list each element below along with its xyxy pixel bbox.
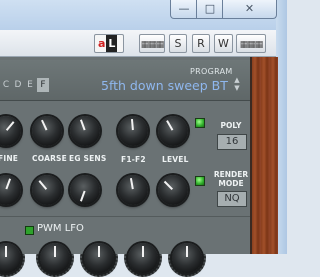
ableton-link-button[interactable]: aL <box>94 34 124 53</box>
poly-value[interactable]: 16 <box>217 134 247 150</box>
knob-indicator <box>5 178 12 190</box>
program-down-icon[interactable]: ▼ <box>232 84 242 92</box>
label-f1-f2: F1-F2 <box>121 155 146 164</box>
tab-d[interactable]: D <box>12 78 24 92</box>
knob-eg-sens[interactable] <box>66 112 104 150</box>
row2-led[interactable] <box>195 176 205 186</box>
tab-f[interactable]: F <box>37 78 49 92</box>
pwm-lfo-label: PWM LFO <box>37 223 84 234</box>
wood-side-panel <box>250 57 278 254</box>
label-level: LEVEL <box>162 155 189 164</box>
program-arrows[interactable]: ▲ ▼ <box>232 76 242 94</box>
program-name[interactable]: 5fth down sweep BT <box>101 78 233 93</box>
knob-pwm-5[interactable] <box>168 239 206 277</box>
knob-indicator <box>5 121 15 131</box>
knob-indicator <box>142 246 144 257</box>
knob-f1-f2[interactable] <box>114 112 152 150</box>
knob-row2-3[interactable] <box>66 171 104 209</box>
keyboard-icon: ▦▦▦ <box>239 40 263 50</box>
solo-button[interactable]: S <box>169 34 187 53</box>
knob-indicator <box>130 118 134 131</box>
read-automation-button[interactable]: R <box>192 34 210 53</box>
knob-indicator <box>163 180 173 190</box>
poly-label: POLY <box>220 121 242 130</box>
knob-indicator <box>98 246 100 257</box>
keyboard-grid-button[interactable]: ▦▦▦ <box>139 34 165 53</box>
knob-indicator <box>79 119 86 131</box>
knob-pwm-3[interactable] <box>80 239 118 277</box>
keyboard-grid-icon: ▦▦▦ <box>140 40 164 50</box>
render-mode-label: RENDER MODE <box>212 170 250 188</box>
knob-row2-2[interactable] <box>28 171 66 209</box>
knob-level[interactable] <box>154 112 192 150</box>
minimize-button[interactable]: — <box>170 0 198 19</box>
render-mode-value[interactable]: NQ <box>217 191 247 207</box>
label-coarse: COARSE <box>32 154 67 163</box>
host-toolbar <box>0 30 276 57</box>
al-a-text: a <box>98 37 106 50</box>
al-l-text: L <box>106 35 118 52</box>
tab-e[interactable]: E <box>24 78 36 92</box>
close-button[interactable]: ✕ <box>222 0 277 19</box>
maximize-button[interactable]: □ <box>196 0 224 19</box>
knob-indicator <box>5 246 7 257</box>
write-automation-button[interactable]: W <box>214 34 233 53</box>
keyboard-button[interactable]: ▦▦▦ <box>236 34 266 53</box>
knob-indicator <box>129 178 134 190</box>
knob-row2-4[interactable] <box>114 171 152 209</box>
label-eg-sens: EG SENS <box>69 154 107 163</box>
render-mode-label-line1: RENDER <box>213 170 249 179</box>
program-label: PROGRAM <box>190 67 233 76</box>
knob-pwm-2[interactable] <box>36 239 74 277</box>
program-up-icon[interactable]: ▲ <box>232 76 242 84</box>
tab-c[interactable]: C <box>0 78 12 92</box>
render-mode-label-line2: MODE <box>218 179 244 188</box>
window-controls: — □ ✕ <box>170 0 277 20</box>
knob-row2-5[interactable] <box>154 171 192 209</box>
knob-indicator <box>79 190 86 202</box>
label-fine: FINE <box>0 154 19 163</box>
knob-pwm-4[interactable] <box>124 239 162 277</box>
knob-coarse[interactable] <box>28 112 66 150</box>
level-led[interactable] <box>195 118 205 128</box>
pwm-lfo-led[interactable] <box>25 226 34 235</box>
knob-indicator <box>38 180 48 190</box>
knob-indicator <box>41 119 48 131</box>
maximize-icon: □ <box>204 2 216 15</box>
knob-indicator <box>54 246 56 257</box>
minimize-icon: — <box>178 2 190 15</box>
knob-indicator <box>186 246 188 257</box>
knob-indicator <box>166 120 174 131</box>
section-divider <box>0 216 250 217</box>
close-icon: ✕ <box>244 2 255 15</box>
